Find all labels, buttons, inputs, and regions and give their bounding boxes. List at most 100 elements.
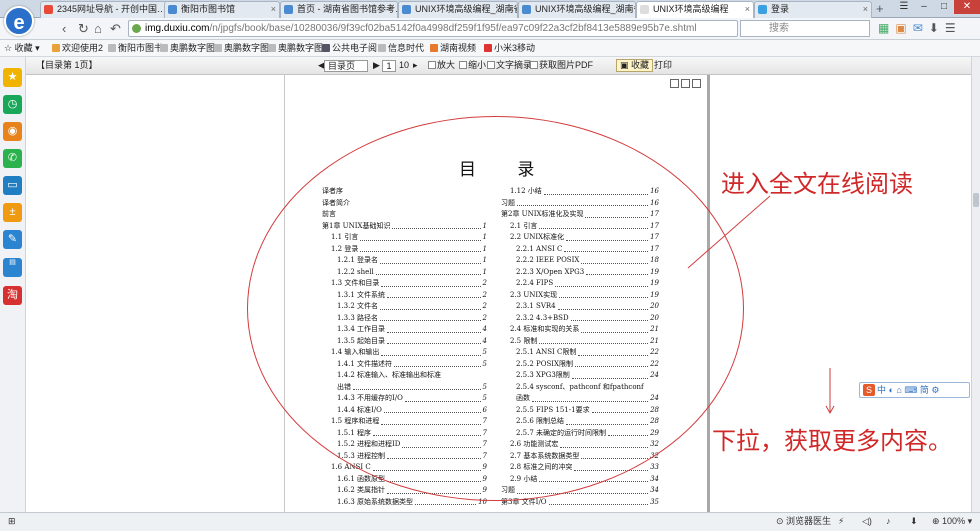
- toc-entry[interactable]: 2.1 引言 17: [501, 221, 659, 233]
- view-select[interactable]: 目录页: [324, 60, 369, 72]
- clock-icon[interactable]: ◷: [3, 95, 22, 114]
- zoom-control[interactable]: ⊕ 100% ▾: [932, 513, 972, 530]
- toc-entry[interactable]: 译者简介: [322, 198, 487, 210]
- toc-entry[interactable]: 1.3.2 文件名 2: [322, 301, 487, 313]
- toc-entry[interactable]: 习题 16: [501, 198, 659, 210]
- close-icon[interactable]: ×: [745, 2, 750, 17]
- zoom-in-button[interactable]: 放大: [428, 57, 455, 74]
- toc-entry[interactable]: 第1章 UNIX基础知识 1: [322, 221, 487, 233]
- favorite-item[interactable]: 衡阳市图书: [108, 40, 163, 56]
- favorite-item[interactable]: 奥鹏数字图: [160, 40, 215, 56]
- toc-entry[interactable]: 1.4.1 文件描述符 5: [322, 359, 487, 371]
- toc-entry[interactable]: 2.5.4 sysconf、pathconf 和fpathconf: [501, 382, 659, 394]
- toc-entry[interactable]: 1.6.3 原始系统数据类型 10: [322, 497, 487, 509]
- toc-entry[interactable]: 2.3 UNIX实现 19: [501, 290, 659, 302]
- ime-toolbar[interactable]: S中 ◐ ⌂ ⌨ 简 ⚙: [859, 382, 970, 398]
- tab-2[interactable]: 首页 - 湖南省图书馆参考… ×: [280, 1, 398, 18]
- text-extract-button[interactable]: 文字摘录: [487, 57, 532, 74]
- screenshot-icon[interactable]: ▣: [895, 21, 906, 36]
- toc-entry[interactable]: 1.6 ANSI C 9: [322, 462, 487, 474]
- get-image-button[interactable]: 获取图片: [530, 57, 575, 74]
- rotate-icon[interactable]: [692, 79, 701, 88]
- doctor-button[interactable]: ⊙ 浏览器医生: [776, 513, 831, 530]
- tab-5[interactable]: UNIX环境高级编程 ×: [636, 1, 754, 18]
- next-page-icon[interactable]: ▶: [373, 57, 380, 74]
- toc-entry[interactable]: 1.4 输入和输出 5: [322, 347, 487, 359]
- favorite-item[interactable]: 奥鹏数字图: [268, 40, 323, 56]
- toc-entry[interactable]: 1.2.2 shell 1: [322, 267, 487, 279]
- taobao-icon[interactable]: 淘: [3, 286, 22, 305]
- toc-entry[interactable]: 前言: [322, 209, 487, 221]
- toc-entry[interactable]: 2.5.5 FIPS 151-1要求 28: [501, 405, 659, 417]
- toc-entry[interactable]: 2.6 功能测试宏 32: [501, 439, 659, 451]
- favorite-item[interactable]: 小米3移动: [484, 40, 535, 56]
- mail-icon[interactable]: ✉: [913, 21, 923, 36]
- browser-logo[interactable]: e: [4, 6, 34, 36]
- tab-4[interactable]: UNIX环境高级编程_湖南省…×: [518, 1, 636, 18]
- toc-entry[interactable]: 第2章 UNIX标准化及实现 17: [501, 209, 659, 221]
- toc-entry[interactable]: 2.5 限制 21: [501, 336, 659, 348]
- collect-button[interactable]: ▣ 收藏: [616, 59, 654, 72]
- toc-entry[interactable]: 1.4.2 标准输入、标准输出和标准: [322, 370, 487, 382]
- toc-entry[interactable]: 2.7 基本系统数据类型 32: [501, 451, 659, 463]
- close-icon[interactable]: ×: [389, 2, 394, 17]
- toc-entry[interactable]: 1.5.1 程序 7: [322, 428, 487, 440]
- close-icon[interactable]: ×: [627, 2, 632, 17]
- toc-entry[interactable]: 1.3 文件和目录 2: [322, 278, 487, 290]
- home-icon[interactable]: ⌂: [94, 21, 102, 37]
- close-window-icon[interactable]: ✕: [954, 0, 980, 14]
- toc-entry[interactable]: 函数 24: [501, 393, 659, 405]
- notes-icon[interactable]: ✎: [3, 230, 22, 249]
- undo-icon[interactable]: ↶: [110, 21, 121, 37]
- toc-entry[interactable]: 译者序: [322, 186, 487, 198]
- weibo-icon[interactable]: ◉: [3, 122, 22, 141]
- accelerate-icon[interactable]: ⚡: [838, 513, 844, 530]
- toc-entry[interactable]: 第3章 文件I/O 35: [501, 497, 659, 509]
- favorite-item[interactable]: 公共电子阅: [322, 40, 377, 56]
- toc-entry[interactable]: 1.5 程序和进程 7: [322, 416, 487, 428]
- vertical-scrollbar[interactable]: [971, 57, 980, 512]
- toc-entry[interactable]: 1.6.1 函数原型 9: [322, 474, 487, 486]
- toc-entry[interactable]: 2.4 标准和实现的关系 21: [501, 324, 659, 336]
- toc-entry[interactable]: 2.2.2 IEEE POSIX 18: [501, 255, 659, 267]
- toc-entry[interactable]: 2.2.4 FIPS 19: [501, 278, 659, 290]
- download-icon[interactable]: ⬇: [929, 21, 939, 36]
- toc-entry[interactable]: 1.2 登录 1: [322, 244, 487, 256]
- toc-entry[interactable]: 2.5.2 POSIX限制 22: [501, 359, 659, 371]
- fit-page-icon[interactable]: [681, 79, 690, 88]
- zoom-out-button[interactable]: 缩小: [459, 57, 486, 74]
- toc-entry[interactable]: 出错 5: [322, 382, 487, 394]
- tab-1[interactable]: 衡阳市图书馆 ×: [164, 1, 280, 18]
- new-tab-icon[interactable]: +: [876, 1, 884, 16]
- tv-icon[interactable]: ▭: [3, 176, 22, 195]
- close-icon[interactable]: ×: [271, 2, 276, 17]
- toc-entry[interactable]: 1.6.2 类属指针 9: [322, 485, 487, 497]
- favorite-item[interactable]: 欢迎使用2: [52, 40, 103, 56]
- address-bar[interactable]: img.duxiu.com/n/jpgfs/book/base/10280036…: [128, 20, 738, 37]
- toc-entry[interactable]: 1.4.3 不用缓存的I/O 5: [322, 393, 487, 405]
- speaker-icon-2[interactable]: ♪: [886, 513, 891, 530]
- close-icon[interactable]: ×: [863, 2, 868, 17]
- page-number-input[interactable]: 1: [382, 60, 396, 72]
- toc-entry[interactable]: 1.5.2 进程和进程ID 7: [322, 439, 487, 451]
- tab-3[interactable]: UNIX环境高级编程_湖南省…×: [398, 1, 518, 18]
- scrollbar-thumb[interactable]: [973, 193, 979, 207]
- toc-entry[interactable]: 2.9 小结 34: [501, 474, 659, 486]
- toc-entry[interactable]: 2.3.1 SVR4 20: [501, 301, 659, 313]
- favorite-item[interactable]: 湖南视频: [430, 40, 476, 56]
- fit-width-icon[interactable]: [670, 79, 679, 88]
- toc-entry[interactable]: 2.5.6 限制总结 28: [501, 416, 659, 428]
- toc-entry[interactable]: 2.2.3 X/Open XPG3 19: [501, 267, 659, 279]
- toc-entry[interactable]: 2.8 标准之间的冲突 33: [501, 462, 659, 474]
- refresh-icon[interactable]: ↻: [78, 21, 89, 37]
- search-input[interactable]: 搜索: [740, 20, 870, 37]
- more-icon[interactable]: ☰: [945, 21, 956, 36]
- speaker-icon[interactable]: ◁): [862, 513, 872, 530]
- print-button[interactable]: 打印: [654, 57, 672, 74]
- download-status-icon[interactable]: ⬇: [910, 513, 918, 530]
- toc-entry[interactable]: 2.5.3 XPG3限制 24: [501, 370, 659, 382]
- favorite-item[interactable]: 信息时代: [378, 40, 424, 56]
- minimize-icon[interactable]: –: [914, 0, 934, 14]
- apps-icon[interactable]: ▦: [878, 21, 889, 36]
- menu-icon[interactable]: ☰: [894, 0, 914, 14]
